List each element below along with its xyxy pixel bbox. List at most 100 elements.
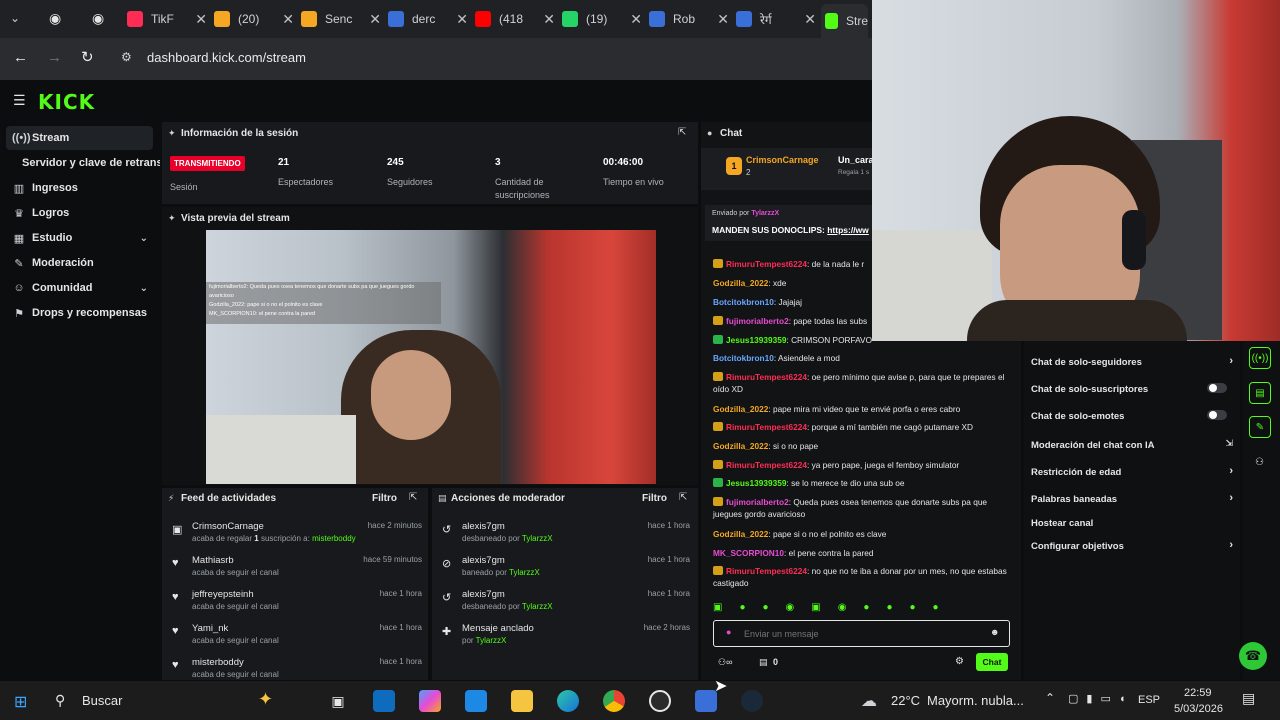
close-tab-icon[interactable]: ✕: [282, 11, 294, 28]
filter-button[interactable]: Filtro: [372, 493, 397, 504]
chat-username[interactable]: RimuruTempest6224: [726, 566, 807, 576]
clock-date[interactable]: 5/03/2026: [1174, 703, 1223, 715]
close-tab-icon[interactable]: ✕: [543, 11, 555, 28]
close-tab-icon[interactable]: ✕: [630, 11, 642, 28]
users-icon[interactable]: ⚇∞: [718, 657, 732, 668]
pinned-link[interactable]: https://ww: [827, 225, 869, 235]
kick-logo[interactable]: KICK: [38, 90, 95, 114]
browser-tab[interactable]: Senc ✕: [301, 4, 381, 34]
reload-icon[interactable]: ↻: [81, 48, 94, 66]
feed-user[interactable]: Mathiasrb: [192, 555, 234, 566]
weather-temp[interactable]: 22°C: [891, 693, 920, 708]
browser-tab[interactable]: (20) ✕: [214, 4, 294, 34]
settings-menu-item[interactable]: Chat de solo-seguidores ›: [1031, 355, 1233, 368]
browser-tab[interactable]: derc ✕: [388, 4, 468, 34]
filter-button[interactable]: Filtro: [642, 493, 667, 504]
mic-icon[interactable]: ●: [726, 627, 731, 637]
chat-username[interactable]: Godzilla_2022: [713, 404, 768, 414]
back-icon[interactable]: ←: [13, 49, 28, 66]
chat-input[interactable]: [744, 626, 974, 642]
chat-username[interactable]: Botcitokbron10: [713, 353, 774, 363]
browser-tab[interactable]: TikF ✕: [127, 4, 207, 34]
browser-tab[interactable]: Stre: [821, 4, 868, 38]
close-tab-icon[interactable]: ✕: [717, 11, 729, 28]
outlook-icon[interactable]: [373, 690, 395, 712]
browser-tab[interactable]: (418 ✕: [475, 4, 555, 34]
wrench-rail-icon[interactable]: ✎: [1249, 416, 1271, 438]
task-view-icon[interactable]: ▣: [327, 690, 349, 712]
chat-username[interactable]: Jesus13939359: [726, 478, 786, 488]
url-field[interactable]: dashboard.kick.com/stream: [147, 50, 306, 65]
chat-username[interactable]: fujimorialberto2: [726, 497, 789, 507]
clock-time[interactable]: 22:59: [1184, 687, 1212, 699]
steam-icon[interactable]: [741, 690, 763, 712]
copilot-sparkle-icon[interactable]: ✦: [258, 689, 273, 710]
users-rail-icon[interactable]: ⚇: [1255, 457, 1264, 468]
popout-icon[interactable]: ⇱: [409, 492, 417, 503]
emoji-icon[interactable]: ☻: [990, 627, 999, 637]
chat-username[interactable]: fujimorialberto2: [726, 316, 789, 326]
settings-menu-item[interactable]: Hostear canal: [1031, 518, 1231, 529]
notification-icon[interactable]: ▤: [1242, 690, 1255, 707]
chat-send-button[interactable]: Chat: [976, 653, 1008, 671]
toggle-switch[interactable]: [1207, 383, 1227, 393]
obs-icon[interactable]: [649, 690, 671, 712]
menu-icon[interactable]: ☰: [13, 92, 26, 109]
mod-target[interactable]: Mensaje anclado: [462, 623, 534, 634]
sidebar-item-comunidad[interactable]: ☺ Comunidad ⌄: [0, 276, 160, 300]
browser-tab[interactable]: (19) ✕: [562, 4, 642, 34]
search-icon[interactable]: ⚲: [55, 692, 65, 709]
chat-username[interactable]: RimuruTempest6224: [726, 460, 807, 470]
popout-icon[interactable]: ⇱: [679, 492, 687, 503]
popout-icon[interactable]: ⇱: [678, 127, 686, 138]
close-tab-icon[interactable]: ✕: [369, 11, 381, 28]
settings-menu-item[interactable]: Restricción de edad ›: [1031, 465, 1233, 478]
list-rail-icon[interactable]: ▤: [1249, 382, 1271, 404]
sidebar-item-drops[interactable]: ⚑ Drops y recompensas: [0, 301, 160, 325]
settings-menu-item[interactable]: Moderación del chat con IA ⇲: [1031, 438, 1233, 451]
chat-username[interactable]: MK_SCORPION10: [713, 548, 784, 558]
tray-chevron-icon[interactable]: ⌃: [1045, 691, 1055, 705]
chat-input-box[interactable]: ● ☻: [713, 620, 1010, 647]
chat-username[interactable]: RimuruTempest6224: [726, 259, 807, 269]
chat-username[interactable]: Botcitokbron10: [713, 297, 774, 307]
toggle-switch[interactable]: [1207, 410, 1227, 420]
sidebar-item-stream[interactable]: ((•)) Stream: [6, 126, 153, 150]
language-indicator[interactable]: ESP: [1138, 694, 1160, 706]
settings-menu-item[interactable]: Palabras baneadas ›: [1031, 492, 1233, 505]
mod-target[interactable]: alexis7gm: [462, 521, 505, 532]
chat-username[interactable]: RimuruTempest6224: [726, 422, 807, 432]
close-tab-icon[interactable]: ✕: [195, 11, 207, 28]
settings-menu-item[interactable]: Chat de solo-suscriptores: [1031, 383, 1231, 395]
sidebar-item-server-key[interactable]: Servidor y clave de retransm: [0, 151, 160, 175]
close-tab-icon[interactable]: ✕: [804, 11, 816, 28]
mod-target[interactable]: alexis7gm: [462, 589, 505, 600]
browser-tab[interactable]: Rob ✕: [649, 4, 729, 34]
tab-search-icon[interactable]: ⌄: [10, 11, 20, 25]
chrome-icon[interactable]: [603, 690, 625, 712]
stream-video[interactable]: [206, 230, 656, 484]
tray-icons[interactable]: ▢▮▭◖: [1068, 692, 1133, 705]
profile-icon[interactable]: ◉: [92, 10, 104, 27]
support-button[interactable]: ☎: [1239, 642, 1267, 670]
chat-username[interactable]: Godzilla_2022: [713, 278, 768, 288]
settings-menu-item[interactable]: Chat de solo-emotes: [1031, 410, 1231, 422]
windows-start-icon[interactable]: ⊞: [14, 692, 27, 712]
gifter-name[interactable]: CrimsonCarnage: [746, 155, 819, 165]
chat-username[interactable]: Jesus13939359: [726, 335, 786, 345]
sidebar-item-ingresos[interactable]: ▥ Ingresos: [0, 176, 160, 200]
site-info-icon[interactable]: ⚙: [121, 50, 132, 64]
broadcast-rail-icon[interactable]: ((•)): [1249, 347, 1271, 369]
chat-username[interactable]: Godzilla_2022: [713, 441, 768, 451]
feed-user[interactable]: CrimsonCarnage: [192, 521, 264, 532]
copilot-icon[interactable]: [419, 690, 441, 712]
sidebar-item-moderacion[interactable]: ✎ Moderación: [0, 251, 160, 275]
close-tab-icon[interactable]: ✕: [456, 11, 468, 28]
weather-text[interactable]: Mayorm. nubla...: [927, 693, 1024, 708]
sidebar-item-logros[interactable]: ♛ Logros: [0, 201, 160, 225]
profile-icon[interactable]: ◉: [49, 10, 61, 27]
chat-username[interactable]: Godzilla_2022: [713, 529, 768, 539]
forward-icon[interactable]: →: [47, 49, 62, 66]
feed-user[interactable]: jeffreyepsteinh: [192, 589, 254, 600]
taskbar-search[interactable]: Buscar: [82, 693, 122, 708]
